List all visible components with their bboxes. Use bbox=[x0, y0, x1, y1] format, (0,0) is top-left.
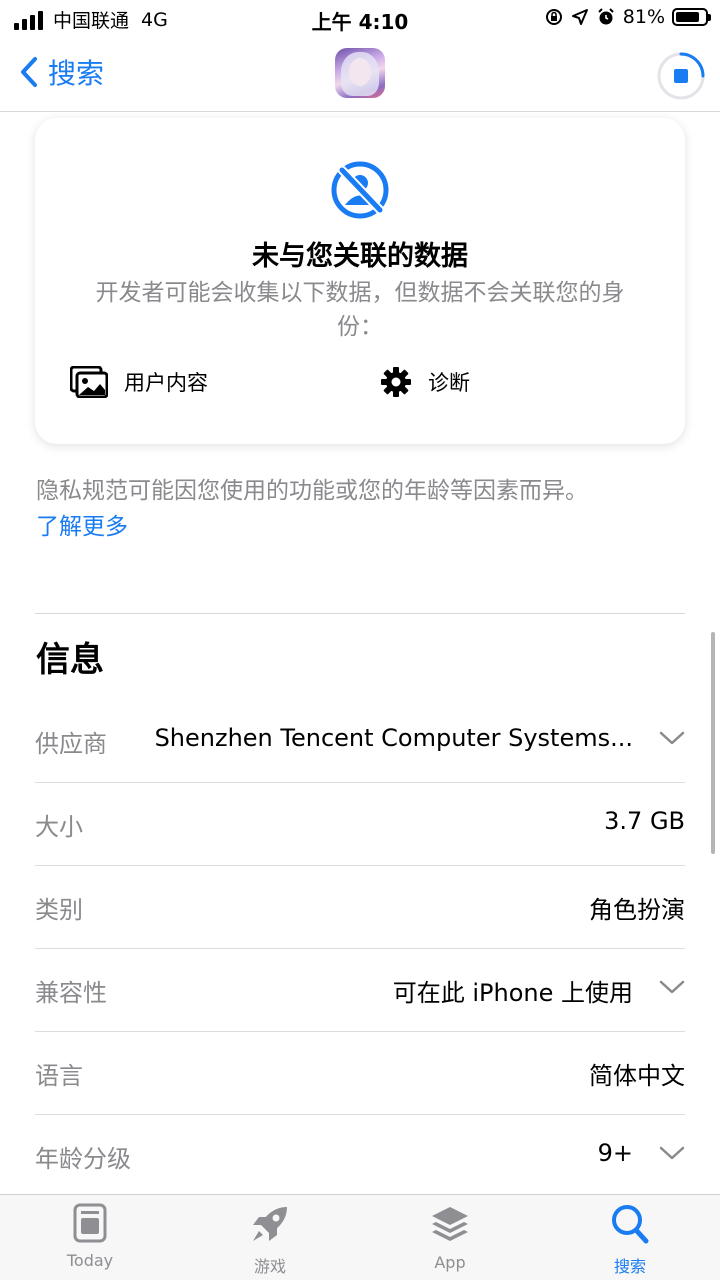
app-icon bbox=[335, 48, 385, 98]
info-row-value: 3.7 GB bbox=[604, 807, 685, 835]
status-bar: 中国联通 4G 上午 4:10 81% bbox=[0, 0, 720, 38]
privacy-item-label: 用户内容 bbox=[124, 371, 208, 395]
section-divider bbox=[35, 613, 685, 614]
info-row-size: 大小 3.7 GB bbox=[35, 783, 685, 866]
info-section-title: 信息 bbox=[36, 640, 104, 680]
tab-label: App bbox=[434, 1253, 466, 1272]
tab-label: 搜索 bbox=[613, 1257, 646, 1276]
chevron-left-icon bbox=[21, 57, 37, 87]
privacy-item-user-content: 用户内容 bbox=[70, 366, 208, 398]
info-row-provider[interactable]: 供应商 Shenzhen Tencent Computer Systems... bbox=[35, 700, 685, 783]
location-icon bbox=[571, 9, 588, 25]
privacy-card: 未与您关联的数据 开发者可能会收集以下数据，但数据不会关联您的身份： 用户内容 bbox=[35, 118, 685, 444]
info-row-language: 语言 简体中文 bbox=[35, 1032, 685, 1115]
data-not-linked-icon bbox=[331, 161, 389, 219]
info-row-value: 简体中文 bbox=[589, 1062, 685, 1090]
back-button-label: 搜索 bbox=[48, 57, 105, 90]
tab-games[interactable]: 游戏 bbox=[210, 1203, 330, 1277]
info-row-label: 语言 bbox=[35, 1062, 83, 1090]
chevron-down-icon bbox=[659, 1146, 685, 1160]
tab-apps[interactable]: App bbox=[390, 1203, 510, 1272]
scroll-indicator[interactable] bbox=[711, 632, 715, 854]
info-row-age-rating[interactable]: 年龄分级 9+ bbox=[35, 1115, 685, 1198]
info-row-value: Shenzhen Tencent Computer Systems... bbox=[154, 724, 633, 752]
info-row-label: 类别 bbox=[35, 896, 83, 924]
tab-label: Today bbox=[66, 1251, 114, 1270]
alarm-icon bbox=[598, 8, 614, 25]
info-row-compatibility[interactable]: 兼容性 可在此 iPhone 上使用 bbox=[35, 949, 685, 1032]
layers-icon bbox=[432, 1207, 468, 1241]
info-row-value: 9+ bbox=[597, 1139, 633, 1167]
tab-bar: Today 游戏 App 搜索 bbox=[0, 1194, 720, 1280]
search-icon bbox=[612, 1205, 649, 1244]
battery-percent: 81% bbox=[622, 6, 665, 28]
info-row-label: 大小 bbox=[35, 813, 83, 841]
navigation-bar: 搜索 bbox=[0, 38, 720, 112]
info-row-label: 年龄分级 bbox=[35, 1145, 131, 1173]
rotation-lock-icon bbox=[545, 9, 562, 25]
info-row-value: 角色扮演 bbox=[589, 896, 685, 924]
privacy-note: 隐私规范可能因您使用的功能或您的年龄等因素而异。 bbox=[36, 478, 588, 504]
privacy-card-description: 开发者可能会收集以下数据，但数据不会关联您的身份： bbox=[95, 280, 625, 340]
learn-more-link[interactable]: 了解更多 bbox=[36, 507, 128, 541]
back-button[interactable]: 搜索 bbox=[20, 52, 104, 92]
photo-icon bbox=[70, 366, 108, 398]
tab-search[interactable]: 搜索 bbox=[570, 1203, 690, 1277]
stop-icon bbox=[674, 69, 688, 83]
today-icon bbox=[73, 1203, 107, 1243]
download-progress-button[interactable] bbox=[656, 51, 706, 101]
privacy-item-diagnostics: 诊断 bbox=[380, 366, 470, 398]
tab-label: 游戏 bbox=[253, 1257, 286, 1276]
privacy-card-title: 未与您关联的数据 bbox=[252, 241, 468, 272]
info-row-label: 兼容性 bbox=[35, 979, 107, 1007]
privacy-item-label: 诊断 bbox=[428, 371, 470, 395]
info-row-category: 类别 角色扮演 bbox=[35, 866, 685, 949]
gear-icon bbox=[381, 367, 411, 397]
info-row-label: 供应商 bbox=[35, 730, 107, 758]
chevron-down-icon bbox=[659, 980, 685, 994]
rocket-icon bbox=[253, 1207, 287, 1241]
info-row-value: 可在此 iPhone 上使用 bbox=[392, 979, 633, 1007]
chevron-down-icon bbox=[659, 731, 685, 745]
battery-icon bbox=[672, 8, 711, 26]
tab-today[interactable]: Today bbox=[30, 1203, 150, 1270]
